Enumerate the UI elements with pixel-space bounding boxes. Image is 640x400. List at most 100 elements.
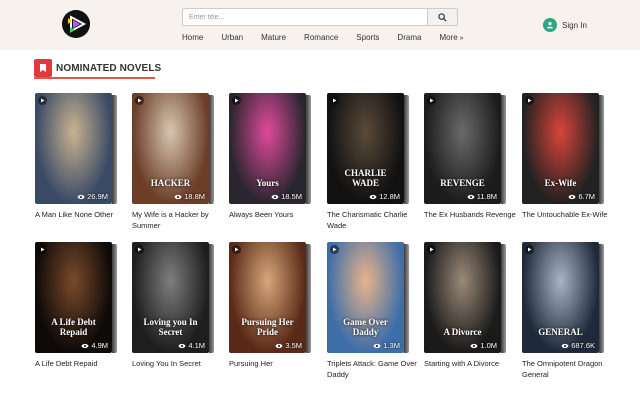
- view-count-value: 12.8M: [379, 192, 400, 201]
- nav-sports[interactable]: Sports: [356, 31, 379, 45]
- play-icon: [330, 245, 339, 254]
- book-spine: [112, 244, 117, 353]
- view-count-value: 687.6K: [571, 341, 595, 350]
- view-count-value: 3.5M: [285, 341, 302, 350]
- book-title[interactable]: Starting with A Divorce: [424, 358, 516, 369]
- book-title[interactable]: The Untouchable Ex-Wife: [522, 209, 614, 220]
- section-title: NOMINATED NOVELS: [56, 62, 162, 74]
- book-cover[interactable]: A Life Debt Repaid 4.9M: [35, 242, 112, 353]
- user-icon: [543, 18, 557, 32]
- play-icon: [427, 96, 436, 105]
- play-icon: [135, 96, 144, 105]
- book-cover[interactable]: CHARLIE WADE 12.8M: [327, 93, 404, 204]
- search-icon: [438, 12, 447, 22]
- book-spine: [501, 244, 506, 353]
- view-count-value: 4.1M: [188, 341, 205, 350]
- eye-icon: [271, 194, 279, 199]
- eye-icon: [178, 343, 186, 348]
- view-count-value: 26.9M: [87, 192, 108, 201]
- chevron-down-icon: »: [459, 35, 464, 42]
- search-input[interactable]: [182, 8, 427, 26]
- book-cover[interactable]: Pursuing Her Pride 3.5M: [229, 242, 306, 353]
- play-icon: [330, 96, 339, 105]
- view-count: 26.9M: [77, 192, 108, 201]
- cover-title-text: A Divorce: [443, 327, 482, 337]
- eye-icon: [275, 343, 283, 348]
- book-title[interactable]: Pursuing Her: [229, 358, 321, 369]
- sign-in-button[interactable]: Sign In: [543, 18, 587, 32]
- eye-icon: [81, 343, 89, 348]
- book-cover[interactable]: Loving you In Secret 4.1M: [132, 242, 209, 353]
- play-icon: [427, 245, 436, 254]
- nav-more[interactable]: More»: [439, 31, 463, 45]
- search-bar: [182, 8, 458, 26]
- cover-title-text: GENERAL: [538, 327, 583, 337]
- eye-icon: [77, 194, 85, 199]
- nav-home[interactable]: Home: [182, 31, 203, 45]
- nav-mature[interactable]: Mature: [261, 31, 286, 45]
- view-count: 1.0M: [470, 341, 497, 350]
- eye-icon: [470, 343, 478, 348]
- book-cover[interactable]: 26.9M: [35, 93, 112, 204]
- book-title[interactable]: The Ex Husbands Revenge: [424, 209, 516, 220]
- view-count-value: 4.9M: [91, 341, 108, 350]
- play-icon: [232, 96, 241, 105]
- site-logo-icon[interactable]: [62, 10, 90, 38]
- book-title[interactable]: Always Been Yours: [229, 209, 321, 220]
- book-cover[interactable]: Ex-Wife 6.7M: [522, 93, 599, 204]
- nav-urban[interactable]: Urban: [221, 31, 243, 45]
- cover-title-text: Ex-Wife: [544, 178, 577, 188]
- book-title[interactable]: My Wife is a Hacker by Summer: [132, 209, 224, 231]
- cover-title-text: REVENGE: [440, 178, 485, 188]
- eye-icon: [467, 194, 475, 199]
- book-cover[interactable]: Game Over Daddy 1.3M: [327, 242, 404, 353]
- book-spine: [112, 95, 117, 204]
- book-cover[interactable]: GENERAL 687.6K: [522, 242, 599, 353]
- view-count: 18.5M: [271, 192, 302, 201]
- view-count-value: 1.3M: [383, 341, 400, 350]
- cover-title-text: Loving you In Secret: [143, 317, 198, 337]
- book-title[interactable]: A Life Debt Repaid: [35, 358, 127, 369]
- cover-title-text: CHARLIE WADE: [344, 168, 387, 188]
- main-nav: Home Urban Mature Romance Sports Drama M…: [182, 31, 464, 45]
- book-cover[interactable]: REVENGE 11.8M: [424, 93, 501, 204]
- view-count-value: 1.0M: [480, 341, 497, 350]
- book-spine: [209, 244, 214, 353]
- cover-title-text: Yours: [256, 178, 279, 188]
- view-count-value: 18.5M: [281, 192, 302, 201]
- play-icon: [232, 245, 241, 254]
- cover-title-text: Pursuing Her Pride: [241, 317, 294, 337]
- eye-icon: [568, 194, 576, 199]
- book-cover[interactable]: A Divorce 1.0M: [424, 242, 501, 353]
- book-title[interactable]: Loving You In Secret: [132, 358, 224, 369]
- play-icon: [525, 245, 534, 254]
- play-icon: [38, 96, 47, 105]
- section-heading: NOMINATED NOVELS: [34, 58, 161, 78]
- view-count: 18.8M: [174, 192, 205, 201]
- eye-icon: [373, 343, 381, 348]
- cover-title-text: HACKER: [150, 178, 191, 188]
- book-spine: [306, 95, 311, 204]
- eye-icon: [561, 343, 569, 348]
- play-icon: [38, 245, 47, 254]
- book-title[interactable]: The Omnipotent Dragon General: [522, 358, 614, 380]
- view-count: 4.9M: [81, 341, 108, 350]
- book-spine: [306, 244, 311, 353]
- view-count: 687.6K: [561, 341, 595, 350]
- cover-title-text: Game Over Daddy: [343, 317, 388, 337]
- view-count: 11.8M: [467, 192, 497, 201]
- section-underline: [34, 77, 155, 79]
- view-count-value: 11.8M: [476, 192, 497, 201]
- book-title[interactable]: The Charismatic Charlie Wade: [327, 209, 419, 231]
- nav-drama[interactable]: Drama: [397, 31, 421, 45]
- search-button[interactable]: [427, 8, 458, 26]
- book-title[interactable]: Triplets Attack: Game Over Daddy: [327, 358, 419, 380]
- view-count: 6.7M: [568, 192, 595, 201]
- cover-title-text: A Life Debt Repaid: [51, 317, 96, 337]
- nav-romance[interactable]: Romance: [304, 31, 338, 45]
- book-cover[interactable]: Yours 18.5M: [229, 93, 306, 204]
- view-count: 4.1M: [178, 341, 205, 350]
- book-title[interactable]: A Man Like None Other: [35, 209, 127, 220]
- view-count-value: 6.7M: [578, 192, 595, 201]
- book-cover[interactable]: HACKER 18.8M: [132, 93, 209, 204]
